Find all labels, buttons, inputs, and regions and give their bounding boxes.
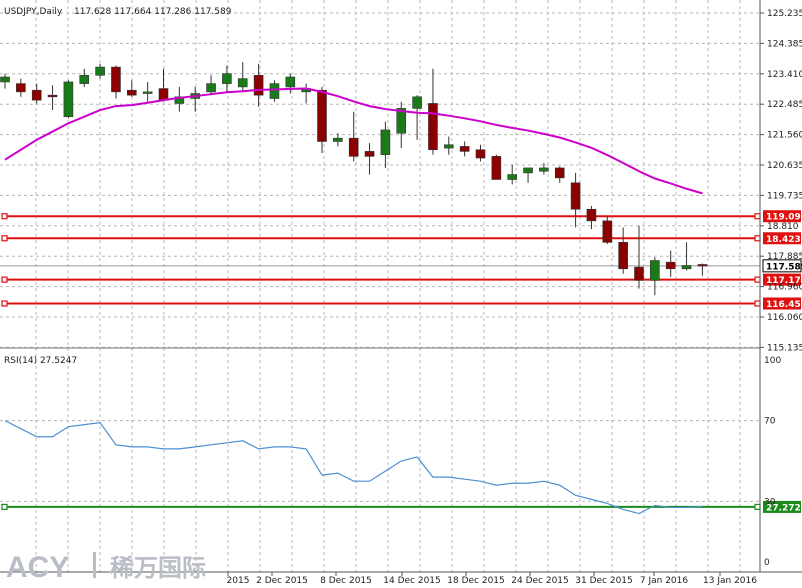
y-tick-label: 125.235 (767, 9, 802, 19)
candle-body-bearish (491, 156, 502, 180)
x-tick-label: 31 Dec 2015 (575, 576, 633, 586)
candle-body-bullish (63, 81, 74, 117)
y-axis-labels: 125.235 124.385 123.410 122.485 121.560 120.6… (760, 9, 802, 568)
x-tick-label: 13 Jan 2016 (703, 576, 757, 586)
candle-body-bullish (650, 260, 660, 281)
price-level-label: 116.450 (766, 300, 802, 310)
candle-body-bearish (459, 146, 470, 152)
price-level-label: 18.423 (766, 235, 801, 245)
candle-body-bearish (475, 149, 486, 159)
candle-body-bullish (380, 129, 391, 156)
x-tick-label: 14 Dec 2015 (383, 576, 441, 586)
y-tick-label: 122.485 (767, 100, 802, 110)
candle-body-bearish (554, 167, 565, 179)
candle-body-bearish (47, 94, 58, 98)
candle-body-bearish (317, 89, 327, 142)
candles-layer (0, 62, 708, 296)
price-level-handle-left (1, 276, 8, 283)
candle-body-bullish (443, 144, 454, 149)
y-tick-label: 124.385 (767, 39, 802, 49)
candle-body-bearish (16, 83, 26, 93)
candle-body-bearish (253, 75, 264, 96)
price-level-handle-left (1, 300, 8, 307)
rsi-layer: 27.2727 (1, 420, 802, 515)
rsi-level-handle-left (1, 503, 8, 511)
candle-body-bullish (269, 83, 280, 99)
rsi-tick-label: 30 (764, 497, 776, 507)
x-tick-label: 24 Dec 2015 (511, 576, 569, 586)
rsi-tick-label: 0 (764, 558, 770, 568)
candle-body-bullish (142, 91, 153, 94)
candle-body-bullish (412, 96, 422, 109)
candle-body-bullish (0, 76, 10, 83)
candle-body-bullish (285, 76, 296, 88)
candle-body-bearish (570, 182, 581, 210)
candle-body-bearish (364, 151, 375, 157)
y-tick-label: 115.135 (767, 343, 802, 353)
y-tick-label: 120.635 (767, 161, 802, 171)
candle-body-bullish (523, 167, 533, 174)
candle-body-bullish (222, 73, 232, 84)
candle-body-bearish (111, 66, 121, 93)
x-tick-label: 18 Dec 2015 (447, 576, 505, 586)
svg-text:ACY: ACY (6, 551, 69, 584)
candle-body-bearish (697, 264, 708, 267)
price-level-handle-right (754, 235, 761, 242)
candle-body-bullish (333, 137, 343, 142)
rsi-level-handle-right (754, 503, 761, 511)
chart-title: USDJPY,Daily (4, 7, 63, 17)
svg-text:稀万国际: 稀万国际 (110, 554, 206, 582)
x-axis-labels: 2015 2 Dec 2015 8 Dec 2015 14 Dec 2015 18 De… (227, 572, 757, 586)
rsi-title: RSI(14) 27.5247 (4, 356, 77, 366)
candle-body-bearish (618, 242, 628, 270)
rsi-tick-label: 100 (764, 356, 781, 366)
x-tick-label: 2 Dec 2015 (256, 576, 308, 586)
candle-body-bearish (31, 89, 42, 101)
y-tick-label: 18.810 (767, 222, 799, 232)
rsi-tick-label: 70 (764, 417, 776, 427)
x-tick-label: 7 Jan 2016 (640, 576, 688, 586)
price-lines-layer: 119.09018.423117.172116.450117.589 (0, 210, 802, 310)
current-price-label: 117.589 (766, 262, 802, 272)
candle-body-bearish (158, 88, 169, 101)
x-tick-label: 2015 (227, 576, 250, 586)
candle-body-bullish (79, 75, 90, 84)
y-tick-label: 116.060 (767, 313, 802, 323)
candle-body-bearish (127, 89, 137, 96)
rsi-line (4, 420, 703, 515)
y-tick-label: 123.410 (767, 70, 802, 80)
usdjpy-chart: 119.09018.423117.172116.450117.589 27.27… (0, 0, 802, 586)
price-level-handle-left (1, 235, 8, 242)
candle-body-bullish (206, 83, 216, 93)
y-tick-label: 116.960 (767, 283, 802, 293)
candle-body-bearish (602, 220, 613, 243)
price-level-handle-right (754, 300, 761, 307)
candle-body-bearish (665, 261, 676, 270)
candle-body-bearish (586, 208, 597, 222)
candle-body-bullish (539, 167, 549, 172)
ohlc-header: 117.628 117.664 117.286 117.589 (74, 7, 232, 17)
price-level-handle-right (754, 276, 761, 283)
acy-logo: ACY 稀万国际 (6, 551, 206, 584)
price-level-handle-left (1, 213, 8, 220)
y-tick-label: 117.885 (767, 252, 802, 262)
candle-body-bullish (507, 174, 518, 180)
y-tick-label: 119.735 (767, 191, 802, 201)
candle-body-bullish (95, 66, 105, 76)
candle-body-bearish (634, 266, 644, 281)
candle-body-bearish (348, 137, 359, 157)
y-tick-label: 121.560 (767, 131, 802, 141)
x-tick-label: 8 Dec 2015 (320, 576, 372, 586)
candle-body-bearish (428, 103, 438, 151)
candle-body-bullish (681, 265, 692, 270)
candle-body-bullish (237, 78, 248, 88)
price-level-handle-right (754, 213, 761, 220)
